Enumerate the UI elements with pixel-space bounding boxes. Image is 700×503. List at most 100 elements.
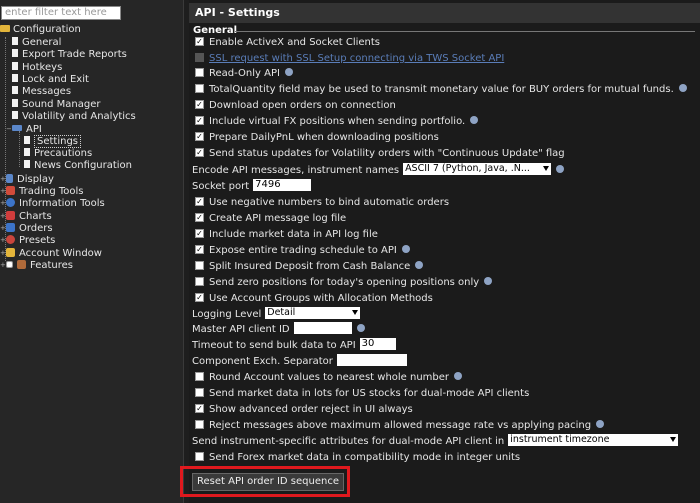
logging-select[interactable]: Detail	[265, 307, 361, 319]
tree-item-volatility-and-analytics[interactable]: Volatility and Analytics	[12, 111, 136, 123]
round-account-option[interactable]: Round Account values to nearest whole nu…	[195, 370, 463, 386]
lots-option[interactable]: Send market data in lots for US stocks f…	[195, 386, 529, 402]
help-icon[interactable]	[596, 420, 605, 428]
tree-item-general[interactable]: General	[12, 37, 61, 49]
option-label: Expose entire trading schedule to API	[209, 245, 397, 256]
checkbox-checked[interactable]: ✓	[195, 292, 204, 302]
checkbox-unchecked[interactable]	[195, 260, 204, 270]
checkbox-unchecked[interactable]	[195, 371, 204, 381]
master-id-input[interactable]	[293, 322, 352, 334]
chevron-down-icon	[670, 437, 677, 442]
tree-item-sound-manager[interactable]: Sound Manager	[12, 99, 101, 111]
activex-option[interactable]: ✓ Enable ActiveX and Socket Clients	[195, 35, 380, 51]
checkbox-checked[interactable]: ✓	[195, 228, 204, 238]
help-icon[interactable]	[678, 84, 687, 92]
help-icon[interactable]	[484, 277, 493, 285]
download-open-option[interactable]: ✓ Download open orders on connection	[195, 98, 396, 114]
dailypnl-option[interactable]: ✓ Prepare DailyPnL when downloading posit…	[195, 130, 439, 146]
reset-order-id-button[interactable]: Reset API order ID sequence	[192, 473, 344, 491]
totalqty-option[interactable]: TotalQuantity field may be used to trans…	[195, 82, 687, 98]
checkbox-disabled	[195, 52, 204, 62]
checkbox-unchecked[interactable]	[195, 419, 204, 429]
tree-item-orders[interactable]: + Orders	[0, 222, 53, 234]
tree-item-features[interactable]: + Features	[0, 259, 73, 271]
option-label: Prepare DailyPnL when downloading positi…	[209, 132, 439, 143]
page-icon	[24, 148, 30, 156]
tree-item-api[interactable]: − API	[6, 123, 42, 135]
virtual-fx-option[interactable]: ✓ Include virtual FX positions when sendi…	[195, 114, 479, 130]
help-icon[interactable]	[401, 245, 410, 253]
readonly-option[interactable]: Read-Only API	[195, 66, 293, 82]
checkbox-unchecked[interactable]	[195, 387, 204, 397]
tree-item-trading-tools[interactable]: + Trading Tools	[0, 185, 84, 197]
encode-label: Encode API messages, instrument names	[192, 165, 400, 176]
checkbox-unchecked[interactable]	[195, 451, 204, 461]
checkbox-unchecked[interactable]	[195, 276, 204, 286]
zero-positions-option[interactable]: Send zero positions for today's opening …	[195, 275, 493, 291]
tree-item-precautions[interactable]: Precautions	[24, 148, 92, 160]
tree-item-news-configuration[interactable]: News Configuration	[24, 160, 132, 172]
select-value: ASCII 7 (Python, Java, .N...	[405, 163, 530, 174]
instr-attr-select[interactable]: instrument timezone	[508, 434, 679, 446]
chevron-down-icon	[543, 166, 550, 171]
market-log-option[interactable]: ✓ Include market data in API log file	[195, 227, 378, 243]
checkbox-checked[interactable]: ✓	[195, 36, 204, 46]
separator-input[interactable]	[336, 354, 407, 366]
tree-item-export-trade-reports[interactable]: Export Trade Reports	[12, 49, 127, 61]
separator-label: Component Exch. Separator	[192, 356, 333, 367]
checkbox-checked[interactable]: ✓	[195, 131, 204, 141]
tree-item-configuration[interactable]: Configuration	[0, 24, 81, 36]
checkbox-checked[interactable]: ✓	[195, 403, 204, 413]
adv-reject-option[interactable]: ✓ Show advanced order reject in UI always	[195, 402, 413, 418]
tree-item-settings[interactable]: Settings	[24, 135, 82, 148]
checkbox-icon[interactable]	[6, 260, 13, 268]
help-icon[interactable]	[470, 116, 479, 124]
checkbox-checked[interactable]: ✓	[195, 99, 204, 109]
tree-item-hotkeys[interactable]: Hotkeys	[12, 62, 62, 74]
help-icon[interactable]	[454, 372, 463, 380]
tree-item-lock-and-exit[interactable]: Lock and Exit	[12, 74, 89, 86]
socket-port-input[interactable]: 7496	[253, 179, 312, 191]
checkbox-checked[interactable]: ✓	[195, 212, 204, 222]
split-deposit-option[interactable]: Split Insured Deposit from Cash Balance	[195, 259, 424, 275]
tree-item-presets[interactable]: + Presets	[0, 234, 55, 246]
option-label: Use Account Groups with Allocation Metho…	[209, 293, 433, 304]
tree-label: API	[26, 124, 42, 136]
trading-tools-icon	[6, 185, 15, 195]
timeout-input[interactable]: 30	[359, 338, 396, 350]
create-log-option[interactable]: ✓ Create API message log file	[195, 211, 346, 227]
checkbox-unchecked[interactable]	[195, 83, 204, 93]
tree-label: News Configuration	[34, 160, 133, 171]
checkbox-checked[interactable]: ✓	[195, 244, 204, 254]
encode-select[interactable]: ASCII 7 (Python, Java, .N...	[403, 163, 552, 175]
folder-open-icon	[0, 24, 10, 32]
option-label: Send market data in lots for US stocks f…	[209, 388, 530, 399]
checkbox-checked[interactable]: ✓	[195, 196, 204, 206]
expose-schedule-option[interactable]: ✓ Expose entire trading schedule to API	[195, 243, 410, 259]
section-divider	[235, 31, 695, 32]
tree-item-charts[interactable]: + Charts	[0, 210, 52, 222]
option-label: Use negative numbers to bind automatic o…	[209, 197, 450, 208]
tree-label: Features	[30, 260, 73, 272]
reject-msgs-option[interactable]: Reject messages above maximum allowed me…	[195, 418, 605, 434]
checkbox-unchecked[interactable]	[195, 67, 204, 77]
help-icon[interactable]	[556, 165, 565, 173]
help-icon[interactable]	[356, 324, 365, 332]
page-icon	[12, 49, 18, 57]
option-label: Include market data in API log file	[209, 229, 378, 240]
checkbox-checked[interactable]: ✓	[195, 147, 204, 157]
tree-item-messages[interactable]: Messages	[12, 86, 71, 98]
account-groups-option[interactable]: ✓ Use Account Groups with Allocation Meth…	[195, 291, 433, 307]
forex-int-option[interactable]: Send Forex market data in compatibility …	[195, 450, 520, 466]
tree-item-information-tools[interactable]: + Information Tools	[0, 197, 105, 209]
help-icon[interactable]	[415, 261, 424, 269]
option-label: Show advanced order reject in UI always	[209, 404, 413, 415]
tree-item-account-window[interactable]: + Account Window	[0, 247, 102, 259]
option-label: SSL request with SSL Setup connecting vi…	[209, 53, 505, 64]
vol-updates-option[interactable]: ✓ Send status updates for Volatility orde…	[195, 146, 565, 162]
checkbox-checked[interactable]: ✓	[195, 115, 204, 125]
tree-item-display[interactable]: + Display	[0, 173, 54, 185]
help-icon[interactable]	[284, 68, 293, 76]
neg-numbers-option[interactable]: ✓ Use negative numbers to bind automatic …	[195, 195, 449, 211]
filter-input[interactable]: enter filter text here	[1, 6, 121, 20]
